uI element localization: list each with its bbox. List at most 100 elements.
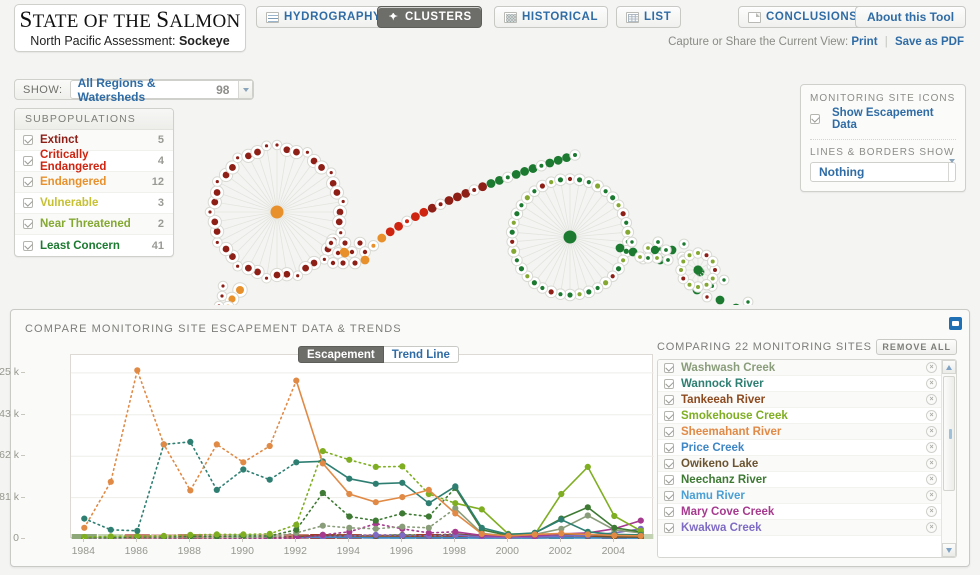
cluster-node[interactable]: [213, 189, 221, 196]
cluster-node[interactable]: [557, 177, 564, 183]
site-list-item[interactable]: Neechanz River ×: [658, 472, 941, 488]
cluster-node[interactable]: [746, 300, 750, 304]
site-list-item[interactable]: Kwakwa Creek ×: [658, 520, 941, 536]
cluster-node[interactable]: [524, 195, 530, 201]
cluster-node[interactable]: [220, 294, 224, 298]
remove-site-icon[interactable]: ×: [926, 426, 937, 437]
cluster-node[interactable]: [509, 229, 515, 235]
cluster-node[interactable]: [586, 289, 592, 295]
cluster-node[interactable]: [478, 182, 487, 192]
nav-tab-conclusions[interactable]: CONCLUSIONS: [738, 6, 868, 28]
site-list-item[interactable]: Smokehouse Creek ×: [658, 408, 941, 424]
remove-site-icon[interactable]: ×: [926, 490, 937, 501]
cluster-node[interactable]: [505, 175, 510, 180]
sites-scrollbar[interactable]: [941, 360, 956, 557]
cluster-node[interactable]: [603, 280, 609, 286]
cluster-node[interactable]: [577, 292, 582, 297]
cluster-node[interactable]: [656, 240, 660, 244]
checkbox-icon[interactable]: [664, 362, 674, 373]
cluster-node[interactable]: [322, 257, 326, 261]
cluster-node[interactable]: [213, 228, 221, 235]
cluster-node[interactable]: [539, 183, 545, 189]
cluster-node[interactable]: [567, 176, 573, 182]
cluster-node[interactable]: [215, 240, 219, 245]
cluster-node[interactable]: [339, 231, 343, 235]
cluster-node[interactable]: [385, 227, 395, 237]
cluster-node[interactable]: [419, 207, 429, 217]
cluster-node[interactable]: [558, 292, 563, 297]
cluster-node[interactable]: [545, 158, 555, 168]
site-list-item[interactable]: Namu River ×: [658, 488, 941, 504]
cluster-node[interactable]: [335, 250, 341, 256]
cluster-node[interactable]: [341, 199, 345, 204]
cluster-node[interactable]: [655, 256, 659, 260]
cluster-node[interactable]: [615, 266, 622, 272]
cluster-node[interactable]: [486, 179, 496, 188]
cluster-node[interactable]: [610, 274, 615, 279]
site-list-item[interactable]: Owikeno Lake ×: [658, 456, 941, 472]
cluster-node[interactable]: [705, 295, 709, 299]
remove-site-icon[interactable]: ×: [926, 458, 937, 469]
cluster-map[interactable]: [0, 100, 980, 305]
site-list-item[interactable]: Wannock River ×: [658, 376, 941, 392]
cluster-node[interactable]: [630, 240, 634, 244]
site-list-item[interactable]: Tankeeah River ×: [658, 392, 941, 408]
cluster-node[interactable]: [342, 240, 348, 246]
cluster-node[interactable]: [693, 265, 703, 275]
remove-site-icon[interactable]: ×: [926, 378, 937, 389]
cluster-node[interactable]: [293, 148, 300, 156]
cluster-node[interactable]: [595, 183, 601, 189]
site-list-item[interactable]: Mary Cove Creek ×: [658, 504, 941, 520]
cluster-node[interactable]: [472, 187, 477, 192]
cluster-node[interactable]: [704, 282, 709, 287]
cluster-node[interactable]: [623, 248, 629, 254]
site-list-item[interactable]: Price Creek ×: [658, 440, 941, 456]
cluster-node[interactable]: [531, 280, 537, 286]
cluster-node[interactable]: [586, 180, 591, 185]
cluster-node[interactable]: [679, 268, 683, 272]
cluster-node[interactable]: [215, 179, 219, 184]
cluster-node[interactable]: [519, 203, 524, 208]
cluster-node[interactable]: [710, 259, 715, 264]
cluster-node[interactable]: [270, 205, 284, 219]
cluster-node[interactable]: [511, 248, 517, 254]
cluster-node[interactable]: [283, 146, 291, 154]
cluster-node[interactable]: [357, 240, 363, 246]
cluster-node[interactable]: [264, 144, 269, 148]
scrollbar-thumb[interactable]: [943, 376, 955, 491]
cluster-node[interactable]: [244, 264, 252, 272]
nav-tab-clusters[interactable]: CLUSTERS: [377, 6, 482, 28]
scroll-down-icon[interactable]: [942, 543, 956, 557]
cluster-node[interactable]: [371, 243, 376, 248]
cluster-node[interactable]: [229, 164, 236, 171]
cluster-node[interactable]: [646, 246, 650, 250]
cluster-node[interactable]: [362, 249, 368, 255]
escapement-plot[interactable]: [70, 354, 654, 539]
checkbox-icon[interactable]: [664, 426, 674, 437]
remove-site-icon[interactable]: ×: [926, 522, 937, 533]
checkbox-icon[interactable]: [664, 394, 674, 405]
cluster-node[interactable]: [275, 143, 279, 147]
checkbox-icon[interactable]: [664, 490, 674, 501]
tab-trend-line[interactable]: Trend Line: [383, 346, 459, 363]
cluster-node[interactable]: [681, 276, 686, 281]
save-pdf-link[interactable]: Save as PDF: [895, 36, 964, 48]
remove-all-button[interactable]: REMOVE ALL: [876, 339, 957, 355]
cluster-node[interactable]: [548, 289, 554, 295]
cluster-node[interactable]: [444, 196, 454, 205]
nav-tab-list[interactable]: LIST: [616, 6, 682, 28]
cluster-node[interactable]: [650, 245, 660, 255]
cluster-node[interactable]: [696, 251, 700, 255]
cluster-node[interactable]: [553, 155, 563, 165]
cluster-node[interactable]: [696, 285, 700, 289]
cluster-node[interactable]: [453, 192, 462, 202]
cluster-node[interactable]: [264, 276, 269, 280]
remove-site-icon[interactable]: ×: [926, 410, 937, 421]
cluster-node[interactable]: [532, 189, 537, 194]
cluster-node[interactable]: [328, 240, 334, 246]
cluster-node[interactable]: [211, 198, 219, 206]
cluster-node[interactable]: [222, 245, 230, 253]
cluster-node[interactable]: [563, 230, 577, 244]
cluster-node[interactable]: [296, 274, 300, 278]
cluster-node[interactable]: [620, 211, 626, 217]
